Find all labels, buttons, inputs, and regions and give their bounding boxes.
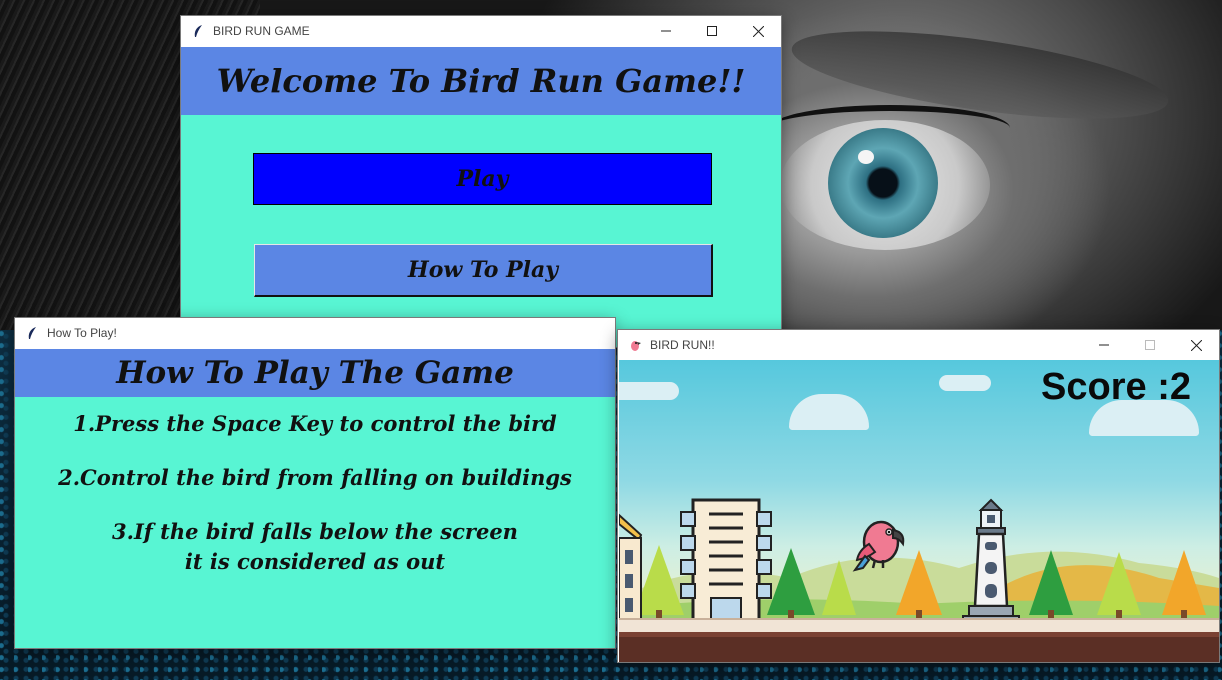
window-title: BIRD RUN!! xyxy=(650,338,715,352)
how-to-play-button[interactable]: How To Play xyxy=(254,244,713,297)
close-icon xyxy=(1190,339,1202,351)
instruction-1: 1.Press the Space Key to control the bir… xyxy=(73,411,557,436)
parrot-bird xyxy=(852,520,905,572)
close-icon xyxy=(752,25,764,37)
instruction-2: 2.Control the bird from falling on build… xyxy=(58,465,572,490)
welcome-heading: Welcome To Bird Run Game!! xyxy=(181,47,781,115)
feather-icon xyxy=(191,24,205,38)
how-to-play-titlebar[interactable]: How To Play! xyxy=(15,318,615,348)
game-window-titlebar[interactable]: BIRD RUN!! xyxy=(618,330,1219,360)
wallpaper-eyelash xyxy=(770,105,1010,151)
main-window: BIRD RUN GAME Welcome To Bird Run Game!!… xyxy=(181,16,781,347)
close-button[interactable] xyxy=(1173,330,1219,360)
building-tower xyxy=(680,498,772,629)
maximize-button[interactable] xyxy=(689,16,735,46)
maximize-icon xyxy=(707,26,717,36)
maximize-button[interactable] xyxy=(1127,330,1173,360)
tree-orange xyxy=(1162,550,1206,620)
play-button[interactable]: Play xyxy=(253,153,712,205)
main-window-titlebar[interactable]: BIRD RUN GAME xyxy=(181,16,781,46)
building-left xyxy=(619,513,646,629)
window-title: BIRD RUN GAME xyxy=(213,24,310,38)
instruction-3: 3.If the bird falls below the screen xyxy=(112,519,518,544)
building-lighthouse xyxy=(962,498,1020,627)
tree-green xyxy=(1029,550,1073,620)
game-window: BIRD RUN!! Score :2 xyxy=(618,330,1219,662)
instruction-3-continued: it is considered as out xyxy=(184,549,446,574)
cloud xyxy=(619,382,679,400)
score-label: Score :2 xyxy=(1041,366,1191,408)
game-canvas[interactable]: Score :2 xyxy=(619,360,1219,662)
cloud xyxy=(939,375,991,391)
minimize-button[interactable] xyxy=(1081,330,1127,360)
minimize-icon xyxy=(661,30,671,32)
wallpaper-eye-glint xyxy=(858,150,874,164)
close-button[interactable] xyxy=(735,16,781,46)
tree-yellow-green xyxy=(1097,552,1141,620)
how-to-play-body: 1.Press the Space Key to control the bir… xyxy=(15,397,615,648)
feather-icon xyxy=(25,326,39,340)
ground-path xyxy=(619,618,1219,632)
how-to-play-window: How To Play! How To Play The Game 1.Pres… xyxy=(15,318,615,648)
minimize-icon xyxy=(1099,344,1109,346)
how-to-play-heading: How To Play The Game xyxy=(15,349,615,397)
main-window-body: Play How To Play xyxy=(181,115,781,347)
ground-dirt xyxy=(619,632,1219,662)
minimize-button[interactable] xyxy=(643,16,689,46)
maximize-icon xyxy=(1145,340,1155,350)
window-title: How To Play! xyxy=(47,326,117,340)
parrot-icon xyxy=(628,338,642,352)
cloud xyxy=(789,394,869,430)
